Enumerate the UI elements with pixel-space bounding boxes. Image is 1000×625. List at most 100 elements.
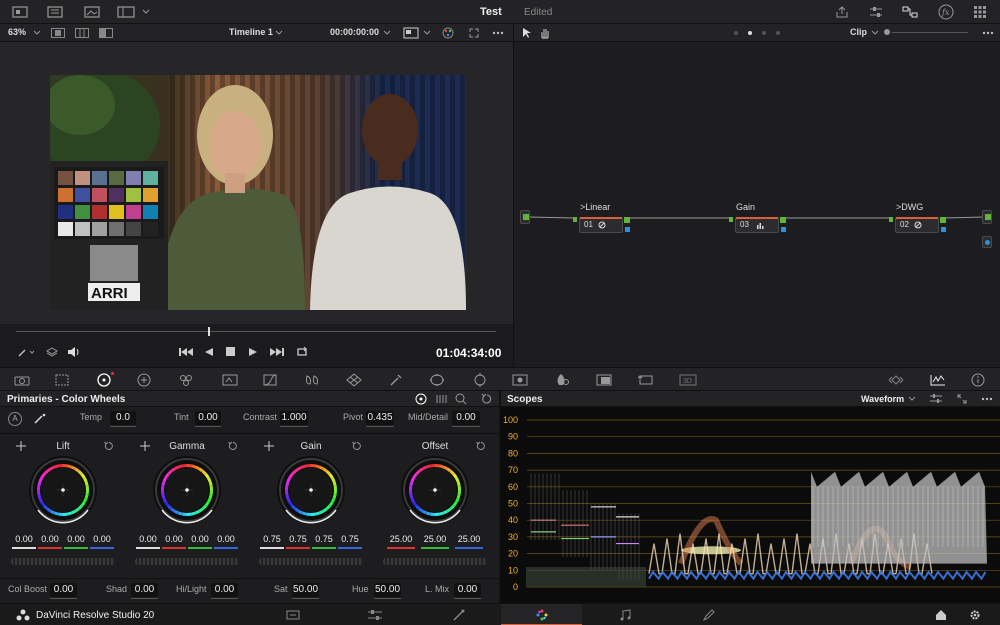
curves-icon[interactable] bbox=[260, 372, 280, 388]
wipe-view-icon[interactable] bbox=[98, 27, 114, 39]
wheel-value-field[interactable]: 0.75 bbox=[286, 533, 310, 545]
node-graph[interactable]: >Linear 01 Gain 03 >DWG 02 bbox=[514, 42, 1000, 367]
fusion-page-icon[interactable] bbox=[450, 608, 468, 622]
wheel-value-field[interactable]: 0.00 bbox=[64, 533, 88, 545]
split-view-icon[interactable] bbox=[74, 27, 90, 39]
wheel-reset-icon[interactable] bbox=[227, 440, 239, 452]
wheel-picker-icon[interactable] bbox=[139, 440, 151, 452]
master-wheel-jog[interactable] bbox=[259, 558, 363, 565]
chevron-down-icon[interactable] bbox=[907, 393, 917, 405]
white-balance-picker-icon[interactable] bbox=[32, 412, 48, 426]
scopes-toggle-icon[interactable] bbox=[928, 372, 948, 388]
node-gain[interactable]: Gain 03 bbox=[729, 202, 786, 233]
wheel-picker-icon[interactable] bbox=[15, 440, 27, 452]
node-linear[interactable]: >Linear 01 bbox=[573, 202, 630, 233]
picker-tool-icon[interactable] bbox=[14, 345, 40, 359]
lut-browser-icon[interactable] bbox=[116, 4, 136, 20]
param-value-field[interactable]: 50.00 bbox=[292, 583, 319, 597]
more-options-icon[interactable] bbox=[490, 26, 506, 40]
hdr-wheels-icon[interactable] bbox=[134, 371, 156, 389]
key-icon[interactable] bbox=[594, 372, 614, 388]
scope-expand-icon[interactable] bbox=[955, 392, 969, 406]
timecode-top[interactable]: 00:00:00:00 bbox=[330, 27, 379, 37]
fairlight-page-icon[interactable] bbox=[616, 608, 634, 622]
param-value-field[interactable]: 0.00 bbox=[50, 583, 77, 597]
viewer-options-icon[interactable] bbox=[402, 26, 420, 40]
magic-mask-icon[interactable] bbox=[510, 372, 530, 388]
gallery-icon[interactable] bbox=[82, 4, 102, 20]
wheel-value-field[interactable]: 25.00 bbox=[387, 533, 415, 545]
wheel-value-field[interactable]: 0.00 bbox=[38, 533, 62, 545]
param-value-field[interactable]: 0.00 bbox=[454, 583, 481, 597]
loop-icon[interactable] bbox=[293, 345, 311, 359]
chevron-down-icon[interactable] bbox=[422, 27, 432, 39]
param-value-field[interactable]: 1.000 bbox=[280, 411, 308, 425]
play-reverse-icon[interactable] bbox=[202, 345, 216, 359]
media-pool-icon[interactable] bbox=[10, 4, 30, 20]
auto-balance-button[interactable]: A bbox=[8, 412, 22, 426]
zoom-slider-track[interactable] bbox=[892, 32, 968, 33]
home-icon[interactable] bbox=[932, 608, 950, 622]
keyframes-icon[interactable] bbox=[886, 372, 906, 388]
playhead[interactable] bbox=[208, 327, 210, 336]
output-alpha[interactable] bbox=[982, 236, 992, 248]
wheel-value-field[interactable]: 25.00 bbox=[455, 533, 483, 545]
clips-icon[interactable] bbox=[45, 4, 65, 20]
node-mode[interactable]: Clip bbox=[850, 27, 867, 37]
play-icon[interactable] bbox=[246, 345, 260, 359]
tracker-icon[interactable] bbox=[470, 371, 490, 389]
output-rgb[interactable] bbox=[982, 210, 992, 224]
bars-mode-icon[interactable] bbox=[434, 392, 448, 406]
edit-page-icon[interactable] bbox=[366, 608, 384, 622]
info-icon[interactable] bbox=[968, 371, 988, 389]
master-wheel-jog[interactable] bbox=[383, 558, 487, 565]
more-options-icon[interactable] bbox=[980, 26, 996, 40]
page-dot[interactable] bbox=[776, 31, 780, 35]
color-wheel[interactable] bbox=[400, 455, 470, 525]
camera-raw-icon[interactable] bbox=[12, 372, 32, 388]
sizing-icon[interactable] bbox=[636, 372, 656, 388]
effects-icon[interactable]: fx bbox=[936, 3, 956, 21]
param-value-field[interactable]: 0.00 bbox=[211, 583, 238, 597]
source-input[interactable] bbox=[520, 210, 530, 224]
grid-menu-icon[interactable] bbox=[970, 4, 990, 20]
param-value-field[interactable]: 0.00 bbox=[195, 411, 221, 425]
single-view-icon[interactable] bbox=[50, 27, 66, 39]
reset-icon[interactable] bbox=[480, 392, 494, 406]
color-warper-icon[interactable] bbox=[302, 372, 322, 388]
wheel-value-field[interactable]: 0.00 bbox=[162, 533, 186, 545]
chevron-down-icon[interactable] bbox=[140, 4, 152, 20]
qualifier-icon[interactable] bbox=[386, 371, 406, 389]
param-value-field[interactable]: 0.00 bbox=[131, 583, 158, 597]
wheel-value-field[interactable]: 0.75 bbox=[338, 533, 362, 545]
scrub-track[interactable] bbox=[16, 331, 496, 332]
wheel-value-field[interactable]: 0.75 bbox=[260, 533, 284, 545]
gear-icon[interactable] bbox=[966, 608, 984, 622]
chevron-down-icon[interactable] bbox=[274, 27, 284, 39]
color-wheel[interactable] bbox=[28, 455, 98, 525]
color-warper-mesh-icon[interactable] bbox=[344, 371, 364, 389]
cut-page-icon[interactable] bbox=[284, 608, 302, 622]
page-dot[interactable] bbox=[734, 31, 738, 35]
wheel-value-field[interactable]: 0.75 bbox=[312, 533, 336, 545]
wheel-value-field[interactable]: 25.00 bbox=[421, 533, 449, 545]
node-dwg[interactable]: >DWG 02 bbox=[889, 202, 946, 233]
deliver-page-icon[interactable] bbox=[700, 608, 718, 622]
color-palette-icon[interactable] bbox=[440, 26, 456, 40]
scope-settings-icon[interactable] bbox=[929, 392, 943, 406]
settings-sliders-icon[interactable] bbox=[866, 4, 886, 20]
pointer-icon[interactable] bbox=[520, 26, 534, 40]
page-dot-active[interactable] bbox=[748, 31, 752, 35]
timeline-name[interactable]: Timeline 1 bbox=[229, 27, 273, 37]
color-wheel[interactable] bbox=[276, 455, 346, 525]
zoom-slider-handle[interactable] bbox=[884, 29, 890, 35]
chevron-down-icon[interactable] bbox=[870, 27, 880, 39]
wheel-reset-icon[interactable] bbox=[103, 440, 115, 452]
param-value-field[interactable]: 50.00 bbox=[374, 583, 401, 597]
wheel-value-field[interactable]: 0.00 bbox=[12, 533, 36, 545]
go-to-end-icon[interactable] bbox=[268, 345, 286, 359]
node-editor-icon[interactable] bbox=[900, 4, 920, 20]
wheel-reset-icon[interactable] bbox=[351, 440, 363, 452]
blur-icon[interactable] bbox=[552, 372, 572, 388]
fullscreen-icon[interactable] bbox=[466, 26, 482, 40]
